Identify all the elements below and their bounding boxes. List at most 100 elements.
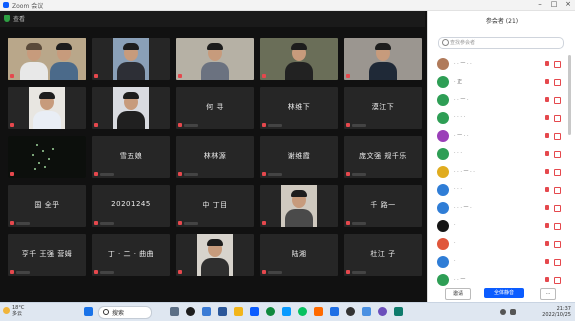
weather-icon[interactable] [3,307,10,314]
app-icon[interactable] [186,307,195,316]
video-off-icon[interactable] [554,205,561,212]
participant-row[interactable]: · [428,235,575,253]
video-tile[interactable] [176,38,254,80]
wechat-icon[interactable] [298,307,307,316]
video-tile[interactable] [92,87,170,129]
mute-all-button[interactable]: 全体静音 [484,288,524,298]
app-icon[interactable] [202,307,211,316]
video-tile[interactable] [8,136,86,178]
participant-tile[interactable]: 亨千 王强 营姆 [8,234,86,276]
video-off-icon[interactable] [554,115,561,122]
video-off-icon[interactable] [554,133,561,140]
participant-tile[interactable]: 林林源 [176,136,254,178]
mic-muted-icon[interactable] [545,61,549,66]
video-off-icon[interactable] [554,61,561,68]
participant-tile[interactable]: 丁 · 二 · 曲曲 [92,234,170,276]
network-icon[interactable] [500,309,506,315]
participant-row[interactable]: · 一 · · [428,127,575,145]
app-icon[interactable] [362,307,371,316]
mic-muted-icon[interactable] [545,205,549,210]
participant-row[interactable]: · · 一 · · [428,55,575,73]
mic-muted-icon[interactable] [545,169,549,174]
participant-row[interactable]: · · 一 · [428,91,575,109]
video-tile[interactable] [92,38,170,80]
participant-avatar [437,112,449,124]
video-off-icon[interactable] [554,79,561,86]
app-icon[interactable] [330,307,339,316]
video-off-icon[interactable] [554,169,561,176]
participant-tile[interactable]: 何 寻 [176,87,254,129]
participant-name: 千 路一 [370,201,396,209]
mic-muted-icon [10,172,14,176]
participant-row[interactable]: · [428,253,575,271]
video-tile[interactable] [260,38,338,80]
participant-tile[interactable]: 千 路一 [344,185,422,227]
video-off-icon[interactable] [554,97,561,104]
participant-row[interactable]: · · 一 [428,271,575,289]
app-icon[interactable] [266,307,275,316]
video-off-icon[interactable] [554,241,561,248]
mic-muted-icon[interactable] [545,259,549,264]
participant-tile[interactable]: 漠江下 [344,87,422,129]
app-icon[interactable] [282,307,291,316]
more-button[interactable]: ··· [540,288,556,300]
participant-tile[interactable]: 庞文强 规千乐 [344,136,422,178]
participant-row[interactable]: · [428,217,575,235]
app-icon[interactable] [378,307,387,316]
video-tile[interactable] [176,234,254,276]
video-off-icon[interactable] [554,151,561,158]
app-icon[interactable] [218,307,227,316]
participant-tile[interactable]: 谢维霞 [260,136,338,178]
taskbar-search[interactable]: 搜索 [98,306,152,319]
app-icon[interactable] [314,307,323,316]
video-off-icon[interactable] [554,223,561,230]
app-icon[interactable] [346,307,355,316]
minimize-icon[interactable]: – [533,0,547,8]
mic-muted-icon[interactable] [545,241,549,246]
participant-search-input[interactable]: 查找参会者 [438,37,564,49]
view-label[interactable]: 查看 [13,14,25,23]
file-explorer-icon[interactable] [234,307,243,316]
participant-tile[interactable]: 20201245 [92,185,170,227]
clock[interactable]: 21:37 2022/10/25 [542,306,571,318]
video-off-icon[interactable] [554,259,561,266]
participant-row[interactable]: · · · 一 · · [428,163,575,181]
video-off-icon[interactable] [554,187,561,194]
panel-scrollbar[interactable] [568,55,571,135]
video-tile[interactable] [8,38,86,80]
participant-row[interactable]: · · · [428,145,575,163]
task-view-icon[interactable] [170,307,179,316]
participant-tile[interactable]: 雪五娘 [92,136,170,178]
participant-tile[interactable]: 林维下 [260,87,338,129]
mic-muted-icon[interactable] [545,223,549,228]
volume-icon[interactable] [510,309,516,315]
zoom-taskbar-icon[interactable] [250,307,259,316]
weather-widget[interactable]: 18°C 多云 [12,305,24,317]
invite-button[interactable]: 邀请 [445,288,471,300]
participant-row[interactable]: · 正 [428,73,575,91]
participant-tile[interactable]: 国 全乎 [8,185,86,227]
mic-muted-icon[interactable] [545,79,549,84]
video-tile[interactable] [260,185,338,227]
video-tile[interactable] [8,87,86,129]
mic-muted-icon[interactable] [545,187,549,192]
start-icon[interactable] [84,307,93,316]
participant-row[interactable]: · · · [428,181,575,199]
app-icon[interactable] [394,307,403,316]
participant-avatar [437,220,449,232]
participant-tile[interactable]: 杜江 子 [344,234,422,276]
video-tile[interactable] [344,38,422,80]
mic-muted-icon[interactable] [545,97,549,102]
close-icon[interactable]: × [561,0,575,8]
security-shield-icon[interactable] [4,15,10,22]
maximize-icon[interactable]: □ [547,0,561,8]
mic-muted-icon[interactable] [545,133,549,138]
mic-muted-icon[interactable] [545,151,549,156]
participant-row[interactable]: · · · · [428,109,575,127]
video-off-icon[interactable] [554,277,561,284]
participant-tile[interactable]: 陆湘 [260,234,338,276]
mic-muted-icon[interactable] [545,115,549,120]
participant-tile[interactable]: 中 丁目 [176,185,254,227]
participant-row[interactable]: · · · 一 · [428,199,575,217]
mic-muted-icon[interactable] [545,277,549,282]
